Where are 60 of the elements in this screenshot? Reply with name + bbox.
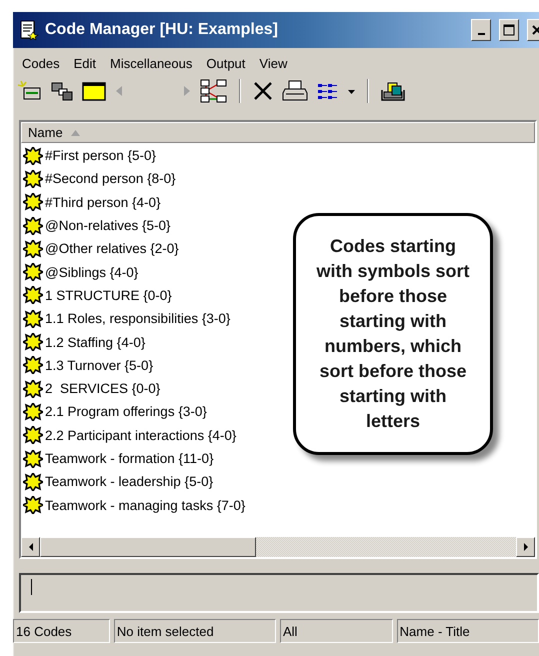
code-icon xyxy=(23,146,43,165)
code-icon xyxy=(23,426,43,444)
code-item[interactable]: 2.1 Program offerings {3-0} xyxy=(45,404,207,420)
code-item[interactable]: #Second person {8-0} xyxy=(45,171,176,186)
status-field: Name - Title xyxy=(396,619,539,643)
sort-ascending-icon xyxy=(70,130,80,136)
code-icon xyxy=(23,216,43,235)
horizontal-scrollbar[interactable] xyxy=(21,537,535,557)
code-icon xyxy=(23,310,43,328)
code-icon xyxy=(23,193,43,212)
minimize-button[interactable] xyxy=(471,19,491,41)
code-item[interactable]: 2.2 Participant interactions {4-0} xyxy=(45,428,236,443)
code-item[interactable]: Teamwork - formation {11-0} xyxy=(45,451,214,466)
minimize-icon xyxy=(478,33,484,35)
code-icon xyxy=(23,496,43,514)
document-icon xyxy=(19,20,39,40)
left-arrow-icon xyxy=(28,543,34,551)
code-item[interactable]: #First person {5-0} xyxy=(45,148,156,164)
comment-field[interactable] xyxy=(19,573,539,613)
scrollbar-thumb[interactable] xyxy=(40,537,256,557)
menu-item[interactable]: View xyxy=(252,56,294,70)
code-item[interactable]: #Third person {4-0} xyxy=(45,194,161,210)
code-icon xyxy=(23,380,43,398)
code-item[interactable]: @Other relatives {2-0} xyxy=(45,241,179,256)
code-item[interactable]: @Non-relatives {5-0} xyxy=(45,218,171,234)
code-icon xyxy=(23,333,43,352)
menu-item[interactable]: Output xyxy=(199,56,252,70)
name-column-header[interactable]: Name xyxy=(21,122,535,143)
menu-item[interactable]: Codes xyxy=(15,56,67,70)
maximize-icon xyxy=(503,24,515,36)
code-icon xyxy=(23,450,43,468)
scroll-left-button[interactable] xyxy=(21,537,40,557)
code-icon xyxy=(23,286,43,304)
code-item[interactable]: Teamwork - managing tasks {7-0} xyxy=(45,498,246,513)
code-icon xyxy=(23,170,43,188)
code-item[interactable]: 1 STRUCTURE {0-0} xyxy=(45,288,172,303)
scroll-right-button[interactable] xyxy=(516,537,535,557)
code-item[interactable]: 1.2 Staffing {4-0} xyxy=(45,334,146,350)
status-field: No item selected xyxy=(114,619,276,643)
callout-text: Codes starting with symbols sort before those starting with numbers, which sort before those starting with letters xyxy=(315,235,471,433)
code-icon xyxy=(23,402,43,421)
code-icon xyxy=(23,356,43,374)
close-icon xyxy=(532,25,539,35)
code-item[interactable]: 2 SERVICES {0-0} xyxy=(45,381,160,396)
code-icon xyxy=(23,472,43,491)
maximize-button[interactable] xyxy=(499,19,519,41)
code-item[interactable]: @Siblings {4-0} xyxy=(45,264,138,280)
printer-icon[interactable] xyxy=(281,79,309,103)
status-field: 16 Codes xyxy=(13,619,110,643)
menu-item[interactable]: Edit xyxy=(66,56,103,70)
code-icon xyxy=(23,240,43,258)
window-title: Code Manager [HU: Examples] xyxy=(45,21,279,39)
code-item[interactable]: Teamwork - leadership {5-0} xyxy=(45,474,214,490)
menu-item[interactable]: Miscellaneous xyxy=(102,56,200,70)
code-item[interactable]: 1.1 Roles, responsibilities {3-0} xyxy=(45,311,230,326)
code-item[interactable]: 1.3 Turnover {5-0} xyxy=(45,358,154,373)
right-arrow-icon xyxy=(522,543,528,551)
code-icon xyxy=(23,263,43,282)
network-icon[interactable] xyxy=(199,77,229,105)
status-field: All xyxy=(280,619,393,643)
